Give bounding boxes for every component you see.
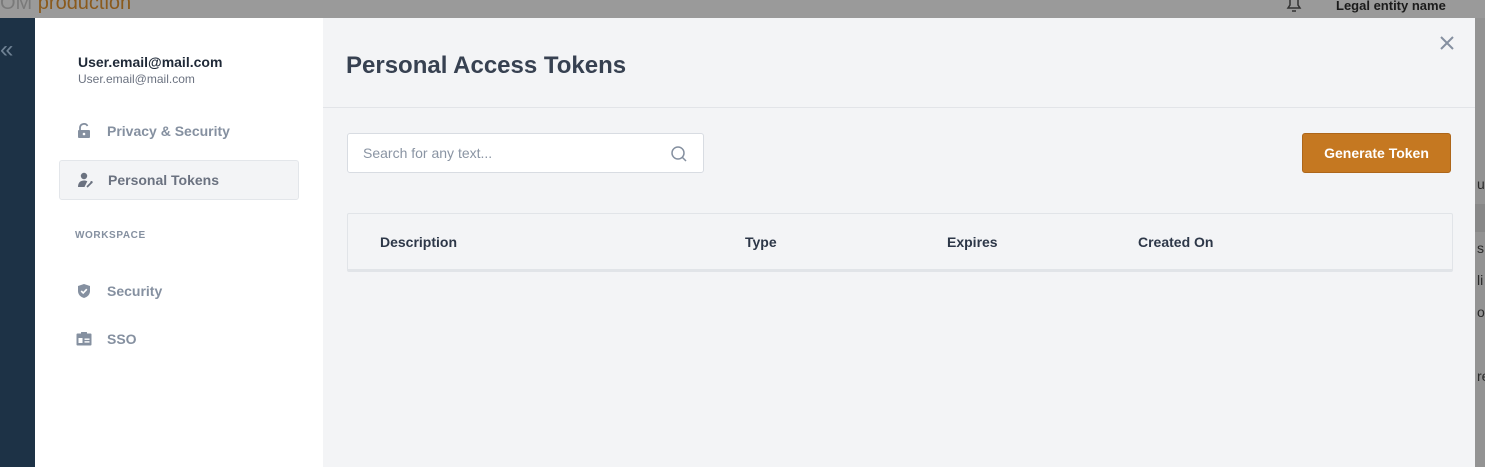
workspace-section-label: WORKSPACE	[75, 230, 146, 241]
id-card-icon	[75, 330, 93, 348]
collapse-nav-icon: «	[0, 36, 14, 63]
column-header-type[interactable]: Type	[745, 234, 777, 250]
close-icon[interactable]	[1438, 34, 1456, 52]
page-header: Personal Access Tokens	[323, 18, 1475, 108]
sidebar-item-label: SSO	[107, 331, 137, 347]
background-text-fragment: li	[1477, 272, 1484, 288]
background-entity-name: Legal entity name	[1336, 0, 1446, 13]
column-header-created-on[interactable]: Created On	[1138, 234, 1213, 250]
user-email: User.email@mail.com	[78, 72, 195, 86]
sidebar-item-security[interactable]: Security	[59, 271, 299, 311]
background-topbar	[0, 0, 1485, 18]
sidebar-item-label: Security	[107, 283, 163, 299]
background-brand: OM production	[0, 0, 132, 14]
shield-icon	[75, 282, 93, 300]
background-text-fragment: re	[1477, 368, 1485, 384]
page-title: Personal Access Tokens	[346, 52, 627, 79]
user-key-icon	[76, 171, 94, 189]
tokens-table: Description Type Expires Created On	[347, 213, 1453, 272]
sidebar-item-label: Privacy & Security	[107, 123, 230, 139]
column-header-expires[interactable]: Expires	[947, 234, 998, 250]
sidebar-item-personal-tokens[interactable]: Personal Tokens	[59, 160, 299, 200]
sidebar-item-label: Personal Tokens	[108, 172, 220, 188]
settings-modal: User.email@mail.com User.email@mail.com …	[35, 18, 1475, 467]
bell-icon	[1286, 0, 1302, 12]
search-icon[interactable]	[670, 145, 688, 163]
sidebar-item-sso[interactable]: SSO	[59, 319, 299, 359]
search-input[interactable]	[348, 134, 668, 172]
generate-token-button[interactable]: Generate Token	[1302, 133, 1451, 173]
background-text-fragment: ue	[1477, 176, 1485, 192]
user-name: User.email@mail.com	[78, 54, 223, 70]
column-header-description[interactable]: Description	[380, 234, 457, 250]
background-text-fragment: ob	[1477, 304, 1485, 320]
main-panel: Personal Access Tokens Generate Token De…	[323, 18, 1475, 467]
sidebar-item-privacy-security[interactable]: Privacy & Security	[59, 111, 299, 151]
settings-sidebar: User.email@mail.com User.email@mail.com …	[35, 18, 323, 467]
background-text-fragment: s	[1477, 240, 1484, 256]
background-left-nav	[0, 18, 35, 467]
search-box	[347, 133, 704, 173]
lock-icon	[75, 122, 93, 140]
